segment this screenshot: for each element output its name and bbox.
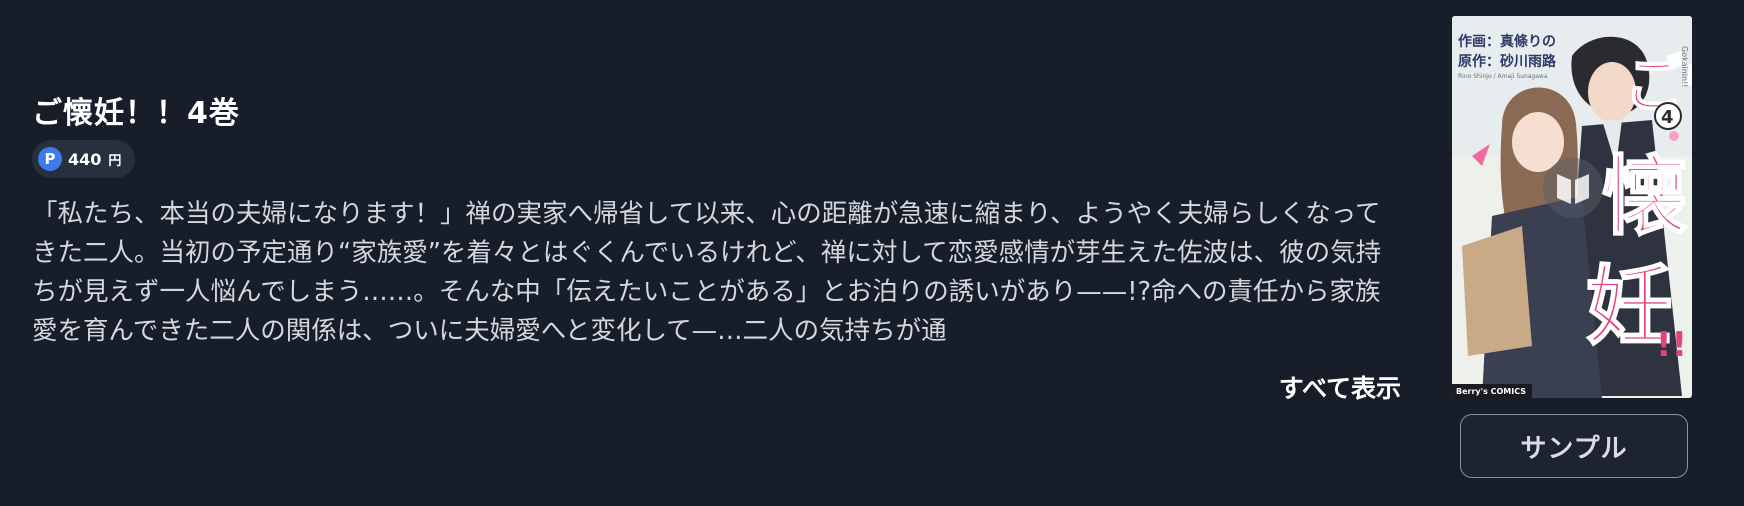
- open-book-icon: [1543, 158, 1603, 218]
- price-badge: P 440 円: [32, 140, 136, 178]
- svg-text:!!: !!: [1656, 325, 1687, 365]
- cover-credit-art: 作画：真條りの: [1458, 33, 1556, 50]
- price-value: 440: [68, 149, 102, 169]
- book-title: ご懐妊！！4巻: [32, 96, 240, 131]
- cover-romaji-credits: Rino Shinjo / Amaji Sunagawa: [1458, 73, 1548, 80]
- cover-volume-number: 4: [1661, 107, 1674, 128]
- cover-publisher: Berry's COMICS: [1456, 387, 1526, 396]
- book-cover[interactable]: ご懐妊!! 懐 妊 !! 4 作画：真條りの 原作：砂川雨路 Rino Shin…: [1452, 16, 1692, 398]
- price-unit: 円: [108, 153, 122, 169]
- book-description: 「私たち、本当の夫婦になります！」禅の実家へ帰省して以来、心の距離が急速に縮まり…: [32, 199, 1382, 346]
- svg-text:懐: 懐: [1602, 146, 1688, 247]
- book-detail-panel: ご懐妊！！4巻 P 440 円 「私たち、本当の夫婦になります！」禅の実家へ帰省…: [0, 0, 1744, 506]
- sample-button[interactable]: サンプル: [1460, 414, 1688, 478]
- show-all-link[interactable]: すべて表示: [1279, 369, 1401, 405]
- cover-credit-original: 原作：砂川雨路: [1458, 53, 1557, 70]
- cover-illustration: ご懐妊!! 懐 妊 !! 4 作画：真條りの 原作：砂川雨路 Rino Shin…: [1452, 16, 1692, 398]
- cover-romaji-title: Gokainin!!: [1680, 46, 1689, 88]
- point-icon: P: [38, 147, 62, 171]
